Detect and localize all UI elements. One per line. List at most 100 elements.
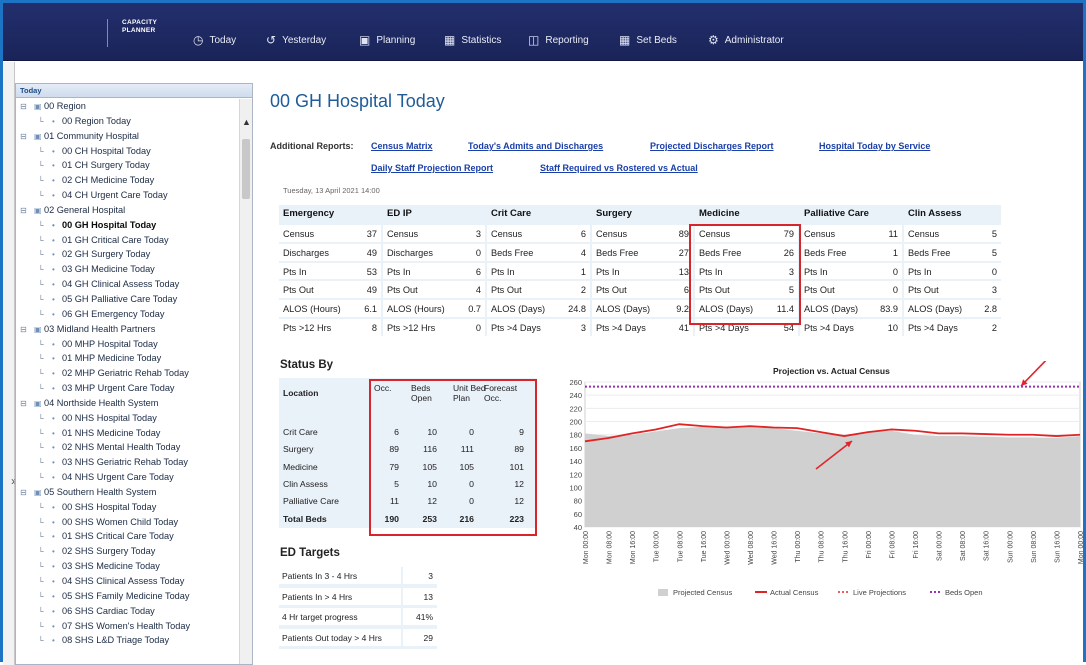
nav-yesterday[interactable]: ↺ Yesterday (266, 33, 326, 47)
page-icon: • (52, 591, 55, 601)
legend-label: Actual Census (770, 588, 819, 597)
tree-item-label: 02 General Hospital (44, 204, 126, 215)
tree-item[interactable]: └ • 01 GH Critical Care Today (16, 233, 240, 248)
page-icon: • (52, 294, 55, 304)
expand-minus-icon[interactable]: ⊟ (20, 323, 34, 338)
metric-value: 2 (580, 285, 586, 296)
page-icon: • (52, 191, 55, 201)
report-link-admits-discharges[interactable]: Today's Admits and Discharges (468, 141, 603, 151)
tree-group[interactable]: ⊟ ▣ 05 Southern Health System (16, 485, 240, 500)
scroll-up-icon[interactable]: ▲ (242, 117, 251, 127)
tree-item[interactable]: └ • 00 SHS Women Child Today (16, 515, 240, 530)
tree-item[interactable]: └ • 03 SHS Medicine Today (16, 559, 240, 574)
tree-item-label: 04 GH Clinical Assess Today (62, 279, 180, 290)
tree-item[interactable]: └ • 00 MHP Hospital Today (16, 337, 240, 352)
tree-scrollbar[interactable]: ▲ (239, 99, 252, 664)
tree-item[interactable]: └ • 01 NHS Medicine Today (16, 426, 240, 441)
tree-group[interactable]: ⊟ ▣ 04 Northside Health System (16, 396, 240, 411)
tree-group[interactable]: ⊟ ▣ 03 Midland Health Partners (16, 322, 240, 337)
tree-branch-icon: └ (38, 606, 44, 616)
tree-item[interactable]: └ • 06 SHS Cardiac Today (16, 604, 240, 619)
tree-item[interactable]: └ • 04 SHS Clinical Assess Today (16, 574, 240, 589)
metric-value: 13 (678, 266, 689, 277)
nav-reporting[interactable]: ◫ Reporting (528, 33, 589, 47)
tree-branch-icon: └ (38, 369, 44, 379)
page-icon: • (52, 413, 55, 423)
ed-target-value: 29 (423, 632, 433, 643)
report-link-staff-required[interactable]: Staff Required vs Rostered vs Actual (540, 163, 698, 173)
tree-item[interactable]: └ • 02 MHP Geriatric Rehab Today (16, 366, 240, 381)
metric-value: 4 (580, 247, 586, 258)
metric-row: Beds Free 1 (800, 241, 902, 261)
tree-item[interactable]: └ • 00 GH Hospital Today (16, 218, 240, 233)
history-icon: ↺ (266, 33, 277, 47)
tree-item[interactable]: └ • 00 CH Hospital Today (16, 144, 240, 159)
tree-item-label: 04 NHS Urgent Care Today (62, 472, 174, 483)
expand-minus-icon[interactable]: ⊟ (20, 204, 34, 219)
legend-label: Live Projections (853, 588, 906, 597)
metric-column-header: Emergency (283, 208, 335, 219)
tree-group[interactable]: ⊟ ▣ 00 Region (16, 99, 240, 114)
tree-item[interactable]: └ • 02 CH Medicine Today (16, 173, 240, 188)
report-link-census-matrix[interactable]: Census Matrix (371, 141, 433, 151)
metric-row: Pts In 1 (487, 260, 590, 280)
tree-item[interactable]: └ • 05 SHS Family Medicine Today (16, 589, 240, 604)
tree-item-label: 02 MHP Geriatric Rehab Today (62, 368, 189, 379)
metric-row: ALOS (Days) 83.9 (800, 298, 902, 317)
nav-statistics[interactable]: ▦ Statistics (444, 33, 501, 47)
collapse-strip[interactable]: » (3, 62, 18, 665)
folder-icon: ▣ (34, 131, 42, 141)
tree-item[interactable]: └ • 06 GH Emergency Today (16, 307, 240, 322)
tree-item[interactable]: └ • 03 MHP Urgent Care Today (16, 381, 240, 396)
nav-administrator[interactable]: ⚙ Administrator (708, 33, 784, 47)
tree-item[interactable]: └ • 02 NHS Mental Health Today (16, 440, 240, 455)
page-icon: • (52, 265, 55, 275)
tree-item[interactable]: └ • 07 SHS Women's Health Today (16, 619, 240, 634)
tree-item[interactable]: └ • 00 SHS Hospital Today (16, 500, 240, 515)
tree-item[interactable]: └ • 05 GH Palliative Care Today (16, 292, 240, 307)
tree-item[interactable]: └ • 02 GH Surgery Today (16, 247, 240, 262)
x-tick-label: Sat 16:00 (984, 531, 991, 561)
expand-minus-icon[interactable]: ⊟ (20, 397, 34, 412)
tree-item[interactable]: └ • 01 MHP Medicine Today (16, 351, 240, 366)
report-link-daily-staff-projection[interactable]: Daily Staff Projection Report (371, 163, 493, 173)
tree-item-label: 05 Southern Health System (44, 486, 157, 497)
scrollbar-thumb[interactable] (242, 139, 250, 199)
tree-group[interactable]: ⊟ ▣ 01 Community Hospital (16, 129, 240, 144)
metric-value: 3 (991, 285, 997, 296)
page-icon: • (52, 577, 55, 586)
metric-label: Pts >12 Hrs (387, 322, 436, 333)
metric-value: 89 (678, 229, 689, 239)
tree-item-label: 03 SHS Medicine Today (62, 561, 160, 572)
tree-item[interactable]: └ • 04 NHS Urgent Care Today (16, 470, 240, 485)
tree-item[interactable]: └ • 03 GH Medicine Today (16, 262, 240, 277)
metric-value: 0 (475, 247, 481, 258)
metric-value: 49 (366, 247, 377, 258)
expand-minus-icon[interactable]: ⊟ (20, 100, 34, 115)
nav-planning[interactable]: ▣ Planning (359, 33, 415, 47)
tree-item[interactable]: └ • 00 Region Today (16, 114, 240, 129)
expand-minus-icon[interactable]: ⊟ (20, 130, 34, 145)
report-link-hospital-by-service[interactable]: Hospital Today by Service (819, 141, 930, 151)
nav-today[interactable]: ◷ Today (193, 33, 236, 47)
x-tick-label: Sat 00:00 (937, 531, 944, 561)
tree-item[interactable]: └ • 03 NHS Geriatric Rehab Today (16, 455, 240, 470)
tree-item-label: 05 SHS Family Medicine Today (62, 590, 190, 601)
expand-minus-icon[interactable]: ⊟ (20, 486, 34, 501)
tree-item-label: 06 GH Emergency Today (62, 308, 165, 319)
tree-item[interactable]: └ • 01 CH Surgery Today (16, 158, 240, 173)
tree-item[interactable]: └ • 04 CH Urgent Care Today (16, 188, 240, 203)
metric-value: 9.2 (676, 304, 689, 315)
report-link-projected-discharges[interactable]: Projected Discharges Report (650, 141, 774, 151)
legend-swatch-projected (658, 589, 668, 596)
tree-item[interactable]: └ • 04 GH Clinical Assess Today (16, 277, 240, 292)
tree-item[interactable]: └ • 02 SHS Surgery Today (16, 544, 240, 559)
tree-item[interactable]: └ • 00 NHS Hospital Today (16, 411, 240, 426)
nav-set-beds[interactable]: ▦ Set Beds (619, 33, 677, 47)
tree-item-label: 01 MHP Medicine Today (62, 353, 162, 364)
metric-label: Beds Free (491, 247, 534, 258)
tree-group[interactable]: ⊟ ▣ 02 General Hospital (16, 203, 240, 218)
tree-item[interactable]: └ • 08 SHS L&D Triage Today (16, 633, 240, 648)
tree-item[interactable]: └ • 01 SHS Critical Care Today (16, 529, 240, 544)
metric-column: Surgery Census 89 Beds Free 27 Pts In 13 Pts Ou… (592, 205, 693, 336)
